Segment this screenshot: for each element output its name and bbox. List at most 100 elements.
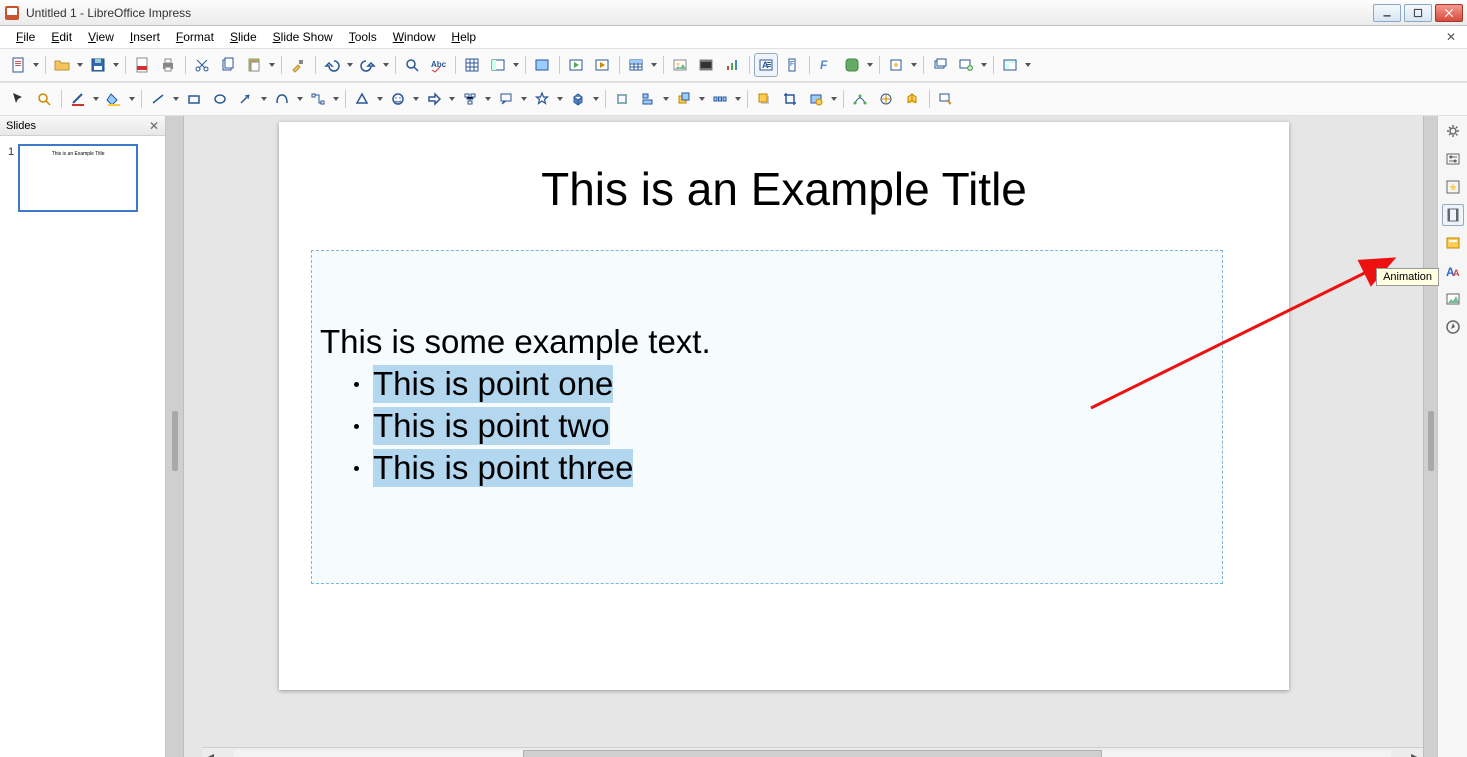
left-panel-collapse-handle[interactable] bbox=[166, 116, 184, 757]
open-button[interactable] bbox=[50, 53, 74, 77]
dropdown-arrow[interactable] bbox=[512, 63, 520, 67]
dropdown-arrow[interactable] bbox=[112, 63, 120, 67]
dropdown-arrow[interactable] bbox=[412, 97, 420, 101]
dropdown-arrow[interactable] bbox=[172, 97, 180, 101]
clone-format-button[interactable] bbox=[286, 53, 310, 77]
menu-insert[interactable]: Insert bbox=[122, 28, 168, 46]
dropdown-arrow[interactable] bbox=[734, 97, 742, 101]
interaction-button[interactable] bbox=[934, 87, 958, 111]
horizontal-scrollbar[interactable]: ◂ ▸ bbox=[202, 747, 1423, 757]
dropdown-arrow[interactable] bbox=[76, 63, 84, 67]
grid-button[interactable] bbox=[460, 53, 484, 77]
special-char-button[interactable] bbox=[884, 53, 908, 77]
crop-button[interactable] bbox=[778, 87, 802, 111]
dropdown-arrow[interactable] bbox=[376, 97, 384, 101]
copy-button[interactable] bbox=[216, 53, 240, 77]
dropdown-arrow[interactable] bbox=[448, 97, 456, 101]
duplicate-slide-button[interactable] bbox=[928, 53, 952, 77]
dropdown-arrow[interactable] bbox=[650, 63, 658, 67]
save-button[interactable] bbox=[86, 53, 110, 77]
curve-button[interactable] bbox=[270, 87, 294, 111]
start-show-button[interactable] bbox=[564, 53, 588, 77]
document-close-button[interactable]: ✕ bbox=[1443, 29, 1459, 45]
shadow-button[interactable] bbox=[752, 87, 776, 111]
flowchart-button[interactable] bbox=[458, 87, 482, 111]
distribute-button[interactable] bbox=[708, 87, 732, 111]
extrusion-button[interactable] bbox=[900, 87, 924, 111]
menu-format[interactable]: Format bbox=[168, 28, 222, 46]
connector-button[interactable] bbox=[306, 87, 330, 111]
dropdown-arrow[interactable] bbox=[484, 97, 492, 101]
menu-file[interactable]: File bbox=[8, 28, 43, 46]
arrange-button[interactable] bbox=[672, 87, 696, 111]
paste-button[interactable] bbox=[242, 53, 266, 77]
window-minimize-button[interactable] bbox=[1373, 4, 1401, 22]
menu-edit[interactable]: Edit bbox=[43, 28, 80, 46]
points-button[interactable] bbox=[848, 87, 872, 111]
display-views-button[interactable] bbox=[486, 53, 510, 77]
line-color-button[interactable] bbox=[66, 87, 90, 111]
slides-panel-close-button[interactable]: ✕ bbox=[149, 119, 159, 133]
dropdown-arrow[interactable] bbox=[830, 97, 838, 101]
dropdown-arrow[interactable] bbox=[520, 97, 528, 101]
export-pdf-button[interactable] bbox=[130, 53, 154, 77]
line-button[interactable] bbox=[146, 87, 170, 111]
dropdown-arrow[interactable] bbox=[260, 97, 268, 101]
menu-window[interactable]: Window bbox=[385, 28, 444, 46]
insert-chart-button[interactable] bbox=[720, 53, 744, 77]
insert-image-button[interactable] bbox=[668, 53, 692, 77]
3d-button[interactable] bbox=[566, 87, 590, 111]
dropdown-arrow[interactable] bbox=[910, 63, 918, 67]
window-close-button[interactable] bbox=[1435, 4, 1463, 22]
block-arrows-button[interactable] bbox=[422, 87, 446, 111]
scroll-right-button[interactable]: ▸ bbox=[1407, 750, 1423, 757]
slide-title-text[interactable]: This is an Example Title bbox=[279, 162, 1289, 216]
dropdown-arrow[interactable] bbox=[866, 63, 874, 67]
dropdown-arrow[interactable] bbox=[592, 97, 600, 101]
scroll-thumb[interactable] bbox=[523, 750, 1102, 757]
new-doc-button[interactable] bbox=[6, 53, 30, 77]
menu-view[interactable]: View bbox=[80, 28, 122, 46]
dropdown-arrow[interactable] bbox=[32, 63, 40, 67]
dropdown-arrow[interactable] bbox=[1024, 63, 1032, 67]
start-current-button[interactable] bbox=[590, 53, 614, 77]
dropdown-arrow[interactable] bbox=[382, 63, 390, 67]
undo-button[interactable] bbox=[320, 53, 344, 77]
slide-layout-button[interactable] bbox=[998, 53, 1022, 77]
zoom-button[interactable] bbox=[32, 87, 56, 111]
slide-transition-sidebar-button[interactable] bbox=[1442, 148, 1464, 170]
properties-sidebar-button[interactable] bbox=[1442, 120, 1464, 142]
align-button[interactable] bbox=[636, 87, 660, 111]
menu-tools[interactable]: Tools bbox=[341, 28, 385, 46]
dropdown-arrow[interactable] bbox=[346, 63, 354, 67]
slide-1[interactable]: This is an Example Title This is some ex… bbox=[279, 122, 1289, 690]
scroll-left-button[interactable]: ◂ bbox=[202, 750, 218, 757]
basic-shapes-button[interactable] bbox=[350, 87, 374, 111]
callouts-button[interactable] bbox=[494, 87, 518, 111]
dropdown-arrow[interactable] bbox=[662, 97, 670, 101]
insert-av-button[interactable] bbox=[694, 53, 718, 77]
cut-button[interactable] bbox=[190, 53, 214, 77]
arrows-button[interactable] bbox=[234, 87, 258, 111]
print-button[interactable] bbox=[156, 53, 180, 77]
menu-help[interactable]: Help bbox=[443, 28, 484, 46]
window-maximize-button[interactable] bbox=[1404, 4, 1432, 22]
menu-slide[interactable]: Slide bbox=[222, 28, 265, 46]
slide-canvas[interactable]: This is an Example Title This is some ex… bbox=[184, 116, 1423, 757]
body-intro-text[interactable]: This is some example text. bbox=[320, 323, 1214, 361]
master-slide-button[interactable] bbox=[530, 53, 554, 77]
bullet-1[interactable]: This is point one bbox=[354, 365, 1214, 403]
dropdown-arrow[interactable] bbox=[332, 97, 340, 101]
filter-button[interactable] bbox=[804, 87, 828, 111]
menu-slide-show[interactable]: Slide Show bbox=[265, 28, 341, 46]
animation-sidebar-button[interactable] bbox=[1442, 204, 1464, 226]
redo-button[interactable] bbox=[356, 53, 380, 77]
dropdown-arrow[interactable] bbox=[698, 97, 706, 101]
dropdown-arrow[interactable] bbox=[268, 63, 276, 67]
stars-button[interactable] bbox=[530, 87, 554, 111]
symbol-shapes-button[interactable] bbox=[386, 87, 410, 111]
dropdown-arrow[interactable] bbox=[92, 97, 100, 101]
navigator-sidebar-button[interactable] bbox=[1442, 316, 1464, 338]
textbox-button[interactable] bbox=[754, 53, 778, 77]
slide-thumbnail-1[interactable]: This is an Example Title bbox=[18, 144, 138, 212]
